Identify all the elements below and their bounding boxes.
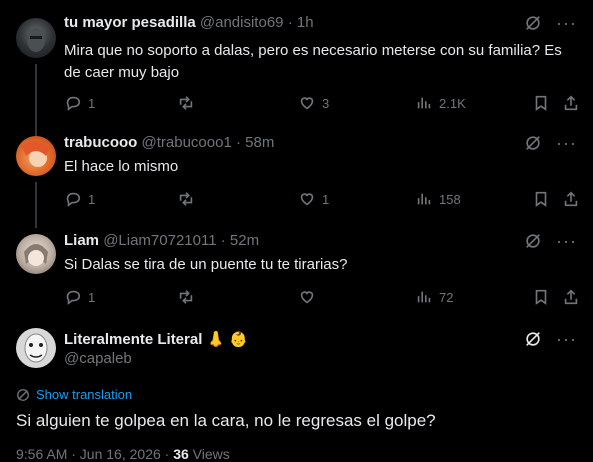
grok-icon[interactable]: [524, 134, 542, 152]
grok-icon[interactable]: [524, 14, 542, 32]
grok-icon[interactable]: [524, 232, 542, 250]
reply-count: 1: [88, 289, 96, 305]
tweet-header: Literalmente Literal 👃 👶: [64, 330, 248, 348]
display-name[interactable]: Liam: [64, 232, 99, 249]
tweet-top-icons: ···: [524, 14, 577, 32]
reply-tweet-1[interactable]: tu mayor pesadilla @andisito69 · 1h ··· …: [0, 14, 593, 144]
reply-button[interactable]: 1: [64, 288, 95, 306]
repost-button[interactable]: [177, 288, 201, 306]
repost-button[interactable]: [177, 190, 201, 208]
bookmark-icon: [535, 95, 547, 111]
more-options-icon[interactable]: ···: [556, 14, 577, 32]
reply-icon: [66, 192, 81, 207]
reply-button[interactable]: 1: [64, 94, 95, 112]
views-count: 158: [439, 191, 461, 207]
share-icon: [564, 289, 578, 305]
tweet-top-icons: ···: [524, 232, 577, 250]
user-handle[interactable]: @andisito69: [200, 14, 284, 31]
user-handle-row: @capaleb: [64, 350, 132, 367]
tweet-top-icons: ···: [524, 330, 577, 348]
views-icon: [417, 193, 431, 205]
avatar[interactable]: [16, 328, 56, 368]
repost-icon: [179, 290, 193, 304]
views-count: 72: [439, 289, 454, 305]
thread-line: [35, 182, 37, 228]
reply-count: 1: [88, 95, 96, 111]
reply-tweet-3[interactable]: Liam @Liam70721011 · 52m ··· Si Dalas se…: [0, 232, 593, 312]
views-icon: [417, 291, 431, 303]
like-button[interactable]: 3: [298, 94, 329, 112]
views-count: 2.1K: [439, 95, 466, 111]
translate-icon: [17, 388, 29, 401]
user-handle[interactable]: @capaleb: [64, 350, 132, 367]
tweet-text: Si Dalas se tira de un puente tu te tira…: [64, 256, 348, 273]
bookmark-button[interactable]: [532, 190, 550, 208]
avatar[interactable]: [16, 234, 56, 274]
share-button[interactable]: [562, 190, 580, 208]
display-name[interactable]: trabucooo: [64, 134, 137, 151]
thread-line: [35, 64, 37, 144]
tweet-text: Mira que no soporto a dalas, pero es nec…: [64, 42, 562, 81]
action-bar: 1 1 158: [64, 190, 584, 210]
show-translation-label[interactable]: Show translation: [36, 387, 132, 402]
share-icon: [564, 95, 578, 111]
action-bar: 1 3 2.1K: [64, 94, 584, 114]
timestamp[interactable]: 58m: [245, 134, 274, 151]
tweet-text: El hace lo mismo: [64, 158, 179, 175]
separator-dot: ·: [287, 14, 293, 31]
show-translation-link[interactable]: Show translation: [16, 387, 132, 402]
repost-icon: [179, 192, 193, 206]
views-button[interactable]: 72: [415, 288, 453, 306]
bookmark-button[interactable]: [532, 288, 550, 306]
reply-icon: [66, 290, 81, 305]
like-count: 1: [322, 191, 330, 207]
more-options-icon[interactable]: ···: [556, 232, 577, 250]
tweet-header: trabucooo @trabucooo1 · 58m: [64, 134, 274, 151]
heart-icon: [300, 193, 314, 206]
grok-icon[interactable]: [524, 330, 542, 348]
name-emoji: 👃 👶: [206, 331, 249, 348]
reply-count: 1: [88, 191, 96, 207]
like-button[interactable]: 1: [298, 190, 329, 208]
share-icon: [564, 191, 578, 207]
tweet-header: tu mayor pesadilla @andisito69 · 1h: [64, 14, 314, 31]
bookmark-icon: [535, 191, 547, 207]
reply-tweet-2[interactable]: trabucooo @trabucooo1 · 58m ··· El hace …: [0, 134, 593, 228]
views-button[interactable]: 2.1K: [415, 94, 466, 112]
user-handle[interactable]: @trabucooo1: [142, 134, 232, 151]
repost-icon: [179, 96, 193, 110]
user-handle[interactable]: @Liam70721011: [103, 232, 216, 249]
tweet-header: Liam @Liam70721011 · 52m: [64, 232, 259, 249]
action-bar: 1 72: [64, 288, 584, 308]
like-button[interactable]: [298, 288, 322, 306]
separator-dot: ·: [220, 232, 226, 249]
display-name[interactable]: tu mayor pesadilla: [64, 14, 196, 31]
reply-button[interactable]: 1: [64, 190, 95, 208]
heart-icon: [300, 97, 314, 110]
views-button[interactable]: 158: [415, 190, 461, 208]
timestamp[interactable]: 1h: [297, 14, 314, 31]
share-button[interactable]: [562, 94, 580, 112]
more-options-icon[interactable]: ···: [556, 330, 577, 348]
more-options-icon[interactable]: ···: [556, 134, 577, 152]
reply-icon: [66, 96, 81, 111]
heart-icon: [300, 291, 314, 304]
bookmark-button[interactable]: [532, 94, 550, 112]
like-count: 3: [322, 95, 330, 111]
timestamp[interactable]: 52m: [230, 232, 259, 249]
share-button[interactable]: [562, 288, 580, 306]
avatar[interactable]: [16, 18, 56, 58]
avatar[interactable]: [16, 136, 56, 176]
views-icon: [417, 97, 431, 109]
separator-dot: ·: [235, 134, 241, 151]
tweet-top-icons: ···: [524, 134, 577, 152]
bookmark-icon: [535, 289, 547, 305]
main-tweet-text: Si alguien te golpea en la cara, no le r…: [16, 411, 436, 430]
repost-button[interactable]: [177, 94, 201, 112]
display-name[interactable]: Literalmente Literal: [64, 331, 202, 348]
